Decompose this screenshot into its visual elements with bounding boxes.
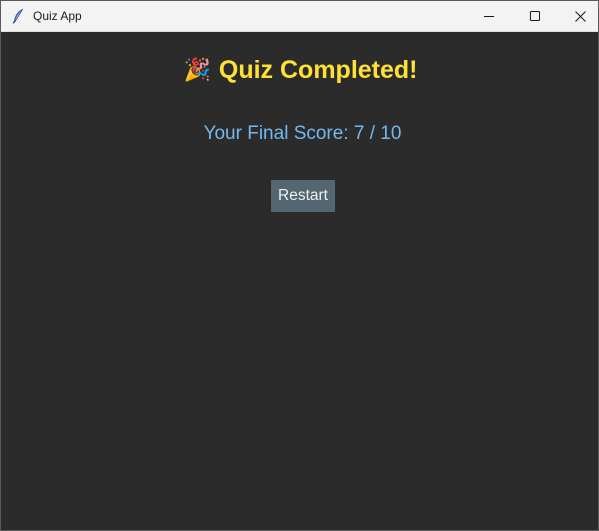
feather-icon <box>12 8 23 24</box>
minimize-icon <box>484 16 494 17</box>
quiz-app-window: Quiz App 🎉 Quiz Completed! Your Final Sco… <box>0 0 599 531</box>
party-popper-icon: 🎉 <box>183 57 211 82</box>
completion-heading-text: Quiz Completed! <box>218 56 418 84</box>
completion-heading: 🎉 Quiz Completed! <box>1 55 598 85</box>
window-title: Quiz App <box>33 9 82 23</box>
maximize-button[interactable] <box>512 1 558 31</box>
close-icon <box>574 10 586 22</box>
quiz-content: 🎉 Quiz Completed! Your Final Score: 7 / 1… <box>1 32 598 530</box>
maximize-icon <box>530 11 540 21</box>
final-score: Your Final Score: 7 / 10 <box>203 123 402 144</box>
restart-button[interactable]: Restart <box>271 180 335 212</box>
minimize-button[interactable] <box>466 1 512 31</box>
title-bar[interactable]: Quiz App <box>1 1 598 32</box>
close-button[interactable] <box>557 1 598 31</box>
